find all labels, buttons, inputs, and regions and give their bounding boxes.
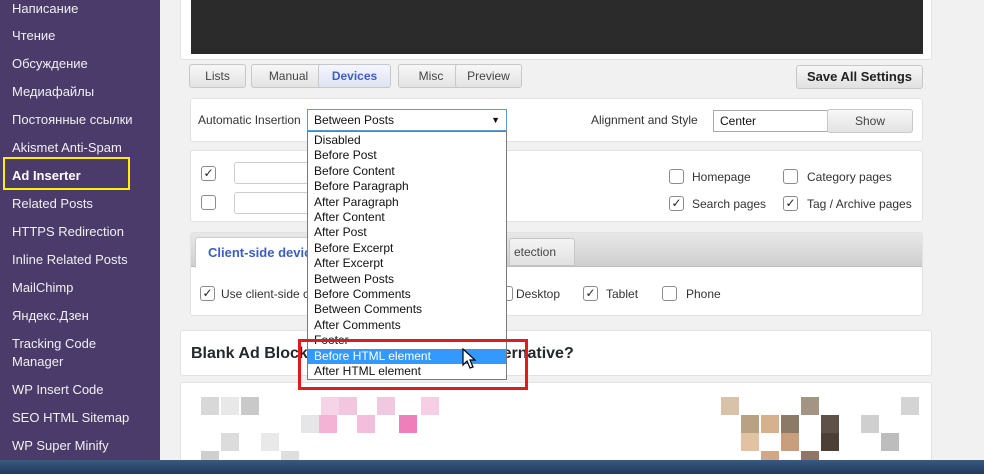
tab-server-side-detection[interactable]: etection bbox=[509, 238, 575, 266]
dropdown-option-after-excerpt[interactable]: After Excerpt bbox=[308, 256, 506, 271]
sidebar-item-akismet[interactable]: Akismet Anti-Spam bbox=[0, 139, 160, 157]
use-client-side-label: Use client-side c bbox=[221, 287, 310, 301]
dropdown-option-after-post[interactable]: After Post bbox=[308, 225, 506, 240]
dropdown-option-before-post[interactable]: Before Post bbox=[308, 148, 506, 163]
alignment-style-label: Alignment and Style bbox=[591, 113, 698, 127]
sidebar-item-reading[interactable]: Чтение bbox=[0, 27, 160, 45]
dropdown-option-before-excerpt[interactable]: Before Excerpt bbox=[308, 241, 506, 256]
tab-client-side-detection[interactable]: Client-side devic bbox=[195, 237, 325, 268]
chevron-down-icon: ▼ bbox=[491, 115, 500, 125]
device-tabbar: Client-side devic etection bbox=[191, 233, 922, 268]
code-editor-panel bbox=[180, 0, 932, 60]
alignment-value: Center bbox=[720, 114, 757, 128]
sidebar-item-mailchimp[interactable]: MailChimp bbox=[0, 279, 160, 297]
homepage-checkbox[interactable] bbox=[669, 169, 684, 184]
category-pages-checkbox[interactable] bbox=[783, 169, 798, 184]
sidebar-item-tracking-code[interactable]: Tracking Code bbox=[0, 335, 160, 353]
sidebar-item-tracking-code-manager[interactable]: Manager bbox=[0, 353, 160, 371]
tab-lists[interactable]: Lists bbox=[189, 64, 246, 88]
sidebar-item-related-posts[interactable]: Related Posts bbox=[0, 195, 160, 213]
device-detection-panel: Client-side devic etection bbox=[190, 232, 923, 316]
tab-preview[interactable]: Preview bbox=[455, 64, 522, 88]
category-pages-label: Category pages bbox=[807, 170, 892, 184]
search-pages-label: Search pages bbox=[692, 197, 767, 211]
mouse-cursor-icon bbox=[462, 348, 477, 369]
sidebar-item-writing[interactable]: Написание bbox=[0, 0, 160, 18]
dropdown-option-between-posts[interactable]: Between Posts bbox=[308, 272, 506, 287]
dropdown-option-before-paragraph[interactable]: Before Paragraph bbox=[308, 179, 506, 194]
sidebar-item-wp-insert-code[interactable]: WP Insert Code bbox=[0, 381, 160, 399]
sidebar-item-inline-related-posts[interactable]: Inline Related Posts bbox=[0, 251, 160, 269]
automatic-insertion-label: Automatic Insertion bbox=[198, 113, 301, 127]
filter-input-2[interactable] bbox=[234, 192, 314, 214]
automatic-insertion-select[interactable]: Between Posts ▼ bbox=[307, 109, 507, 131]
sidebar-item-yandex-zen[interactable]: Яндекс.Дзен bbox=[0, 307, 160, 325]
tablet-checkbox[interactable]: ✓ bbox=[583, 286, 598, 301]
dropdown-option-after-content[interactable]: After Content bbox=[308, 210, 506, 225]
taskbar bbox=[0, 460, 984, 474]
ad-inserter-highlight bbox=[3, 157, 130, 190]
homepage-label: Homepage bbox=[692, 170, 751, 184]
filter-checkbox-1[interactable]: ✓ bbox=[201, 166, 216, 181]
search-pages-checkbox[interactable]: ✓ bbox=[669, 196, 684, 211]
tab-manual[interactable]: Manual bbox=[251, 64, 326, 88]
save-all-settings-button[interactable]: Save All Settings bbox=[796, 65, 923, 89]
dropdown-option-disabled[interactable]: Disabled bbox=[308, 133, 506, 148]
code-editor[interactable] bbox=[191, 0, 923, 54]
sidebar-item-discussion[interactable]: Обсуждение bbox=[0, 55, 160, 73]
filter-input-1[interactable] bbox=[234, 162, 314, 184]
block-title-panel: Blank Ad Blocks ernative? bbox=[180, 330, 932, 376]
sidebar-item-wp-super-minify[interactable]: WP Super Minify bbox=[0, 437, 160, 455]
tab-devices[interactable]: Devices bbox=[318, 64, 391, 88]
sidebar-item-permalinks[interactable]: Постоянные ссылки bbox=[0, 111, 160, 129]
automatic-insertion-value: Between Posts bbox=[314, 113, 395, 127]
desktop-label: Desktop bbox=[516, 287, 561, 301]
admin-sidebar: Написание Чтение Обсуждение Медиафайлы П… bbox=[0, 0, 160, 474]
annotation-red-box bbox=[298, 339, 528, 390]
main-content: Lists Manual Devices Misc Preview Save A… bbox=[180, 0, 984, 474]
show-button[interactable]: Show bbox=[827, 109, 913, 133]
dropdown-option-before-content[interactable]: Before Content bbox=[308, 164, 506, 179]
phone-checkbox[interactable] bbox=[662, 286, 677, 301]
use-client-side-checkbox[interactable]: ✓ bbox=[200, 286, 215, 301]
dropdown-option-after-comments[interactable]: After Comments bbox=[308, 318, 506, 333]
sidebar-item-seo-html-sitemap[interactable]: SEO HTML Sitemap bbox=[0, 409, 160, 427]
filter-checkbox-2[interactable] bbox=[201, 195, 216, 210]
tag-archive-label: Tag / Archive pages bbox=[807, 197, 912, 211]
phone-label: Phone bbox=[686, 287, 721, 301]
dropdown-option-after-paragraph[interactable]: After Paragraph bbox=[308, 195, 506, 210]
tag-archive-checkbox[interactable]: ✓ bbox=[783, 196, 798, 211]
sidebar-item-https-redirection[interactable]: HTTPS Redirection bbox=[0, 223, 160, 241]
sidebar-item-media[interactable]: Медиафайлы bbox=[0, 83, 160, 101]
dropdown-option-between-comments[interactable]: Between Comments bbox=[308, 302, 506, 317]
dropdown-option-before-comments[interactable]: Before Comments bbox=[308, 287, 506, 302]
alignment-select[interactable]: Center ▼ bbox=[713, 110, 842, 132]
tablet-label: Tablet bbox=[606, 287, 639, 301]
